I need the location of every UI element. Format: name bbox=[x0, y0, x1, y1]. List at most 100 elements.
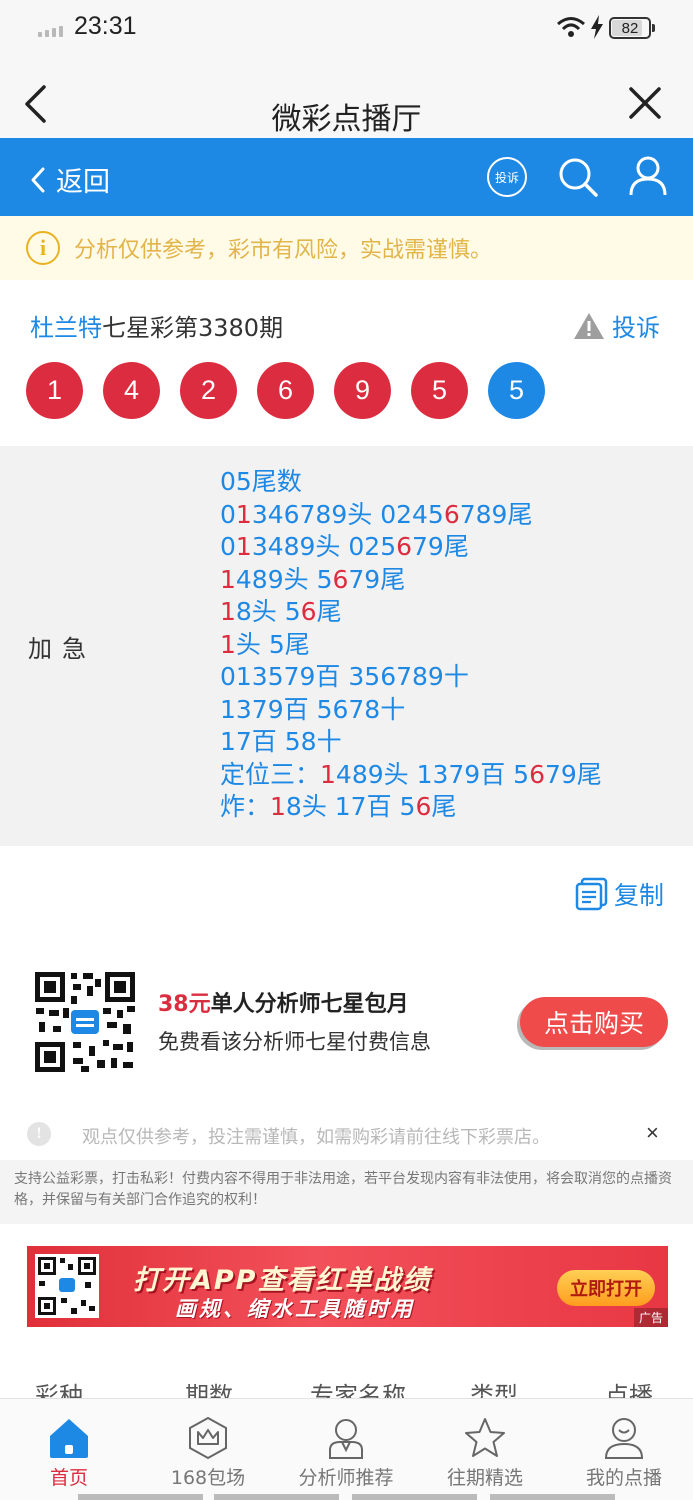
draw-ball: 9 bbox=[334, 362, 391, 419]
prediction-text: 3489头 025 bbox=[251, 532, 397, 561]
star-icon bbox=[462, 1415, 508, 1461]
draw-ball: 4 bbox=[103, 362, 160, 419]
prediction-line: 1头 5尾 bbox=[220, 629, 602, 662]
tab-168-package[interactable]: 168包场 bbox=[139, 1399, 277, 1495]
tab-past-picks[interactable]: 往期精选 bbox=[416, 1399, 554, 1495]
package-name: 单人分析师七星包月 bbox=[210, 992, 409, 1017]
status-time: 23:31 bbox=[74, 12, 137, 40]
status-bar: 23:31 82 bbox=[0, 0, 693, 56]
copy-label: 复制 bbox=[614, 881, 665, 910]
info-icon: i bbox=[26, 231, 60, 265]
highlight-digit: 6 bbox=[529, 759, 545, 789]
prediction-text: 789尾 bbox=[459, 499, 533, 529]
qr-code-icon bbox=[35, 1254, 99, 1318]
risk-warning: i 分析仅供参考，彩市有风险，实战需谨慎。 bbox=[0, 216, 693, 280]
profile-icon bbox=[601, 1415, 647, 1461]
bonus-ball: 5 bbox=[488, 362, 545, 419]
highlight-digit: 1 bbox=[320, 759, 336, 789]
ad-banner[interactable]: 打开APP查看红单战绩 画规、缩水工具随时用 立即打开 广告 bbox=[27, 1246, 668, 1327]
highlight-digit: 1 bbox=[270, 792, 286, 821]
copy-button[interactable]: 复制 bbox=[574, 876, 664, 912]
column-header: 点播 bbox=[605, 1382, 653, 1398]
notice-text: 观点仅供参考，投注需谨慎，如需购彩请前往线下彩票店。 bbox=[82, 1127, 550, 1148]
prediction-line: 1379百 5678十 bbox=[220, 694, 602, 727]
prediction-text: 8头 5 bbox=[235, 597, 301, 626]
prediction-line: 18头 56尾 bbox=[220, 596, 602, 629]
prediction-text: 05尾数 bbox=[220, 467, 302, 496]
tab-analyst-recommend[interactable]: 分析师推荐 bbox=[277, 1399, 415, 1495]
tab-my-orders[interactable]: 我的点播 bbox=[555, 1399, 693, 1495]
signal-icon bbox=[38, 26, 63, 37]
title-bar: 微彩点播厅 bbox=[0, 56, 693, 138]
analyst-icon bbox=[323, 1415, 369, 1461]
prediction-line: 013489头 025679尾 bbox=[220, 531, 602, 564]
prediction-text: 17百 58十 bbox=[220, 727, 342, 756]
complain-icon[interactable]: 投诉 bbox=[487, 157, 527, 197]
draw-numbers: 1 4 2 6 9 5 5 bbox=[26, 362, 545, 419]
column-header: 彩种 bbox=[35, 1382, 83, 1398]
highlight-digit: 6 bbox=[300, 597, 317, 626]
prediction-text: 8头 17百 5 bbox=[285, 792, 416, 821]
notice-close-icon[interactable]: × bbox=[646, 1120, 659, 1146]
prediction-text: 79尾 bbox=[348, 564, 406, 594]
prediction-text: 尾 bbox=[316, 597, 342, 626]
highlight-digit: 6 bbox=[332, 564, 349, 594]
highlight-digit: 6 bbox=[396, 532, 413, 561]
table-header: 彩种 期数 专家名称 类型 点播 bbox=[0, 1372, 693, 1398]
draw-ball: 6 bbox=[257, 362, 314, 419]
prediction-text: 489头 5 bbox=[235, 564, 333, 594]
highlight-digit: 1 bbox=[220, 564, 236, 594]
tab-label: 首页 bbox=[49, 1467, 88, 1489]
lottery-title: 杜兰特七星彩第3380期 bbox=[30, 308, 283, 343]
prediction-text: 489头 1379百 5 bbox=[335, 759, 530, 789]
analyst-name-link[interactable]: 杜兰特 bbox=[30, 314, 102, 342]
warning-text: 分析仅供参考，彩市有风险，实战需谨慎。 bbox=[74, 238, 493, 263]
wifi-icon bbox=[557, 17, 585, 37]
notice-bar: ! 观点仅供参考，投注需谨慎，如需购彩请前往线下彩票店。 × bbox=[0, 1112, 693, 1156]
complain-label: 投诉 bbox=[612, 314, 660, 342]
complain-button[interactable]: 投诉 bbox=[572, 308, 660, 343]
prediction-text: 炸： bbox=[220, 792, 271, 821]
close-icon[interactable] bbox=[628, 86, 662, 120]
home-icon bbox=[46, 1415, 92, 1461]
nav-back-label: 返回 bbox=[56, 167, 110, 198]
info-icon: ! bbox=[27, 1122, 51, 1146]
nav-back-button[interactable]: 返回 bbox=[30, 160, 110, 199]
prediction-lines: 05尾数 01346789头 02456789尾 013489头 025679尾 14… bbox=[220, 466, 602, 824]
qr-code-icon bbox=[33, 970, 137, 1074]
prediction-text: 79尾 bbox=[544, 759, 602, 789]
highlight-digit: 6 bbox=[415, 792, 432, 821]
tab-label: 分析师推荐 bbox=[298, 1467, 394, 1489]
battery-icon: 82 bbox=[609, 17, 655, 39]
user-icon[interactable] bbox=[628, 155, 668, 197]
legal-text: 支持公益彩票，打击私彩！付费内容不得用于非法用途，若平台发现内容有非法使用，将会… bbox=[0, 1160, 693, 1224]
prediction-text: 0 bbox=[220, 499, 236, 529]
ad-open-button[interactable]: 立即打开 bbox=[557, 1270, 655, 1306]
lottery-issue: 七星彩第3380期 bbox=[102, 314, 284, 342]
package-desc: 免费看该分析师七星付费信息 bbox=[158, 1030, 431, 1054]
highlight-digit: 1 bbox=[220, 629, 236, 659]
prediction-line: 17百 58十 bbox=[220, 726, 602, 759]
highlight-digit: 1 bbox=[235, 499, 252, 529]
tab-home[interactable]: 首页 bbox=[0, 1399, 138, 1495]
draw-ball: 2 bbox=[180, 362, 237, 419]
highlight-digit: 1 bbox=[235, 532, 252, 561]
search-icon[interactable] bbox=[557, 156, 599, 198]
prediction-line: 01346789头 02456789尾 bbox=[220, 499, 602, 532]
battery-level: 82 bbox=[621, 19, 639, 37]
column-header: 类型 bbox=[470, 1382, 518, 1398]
prediction-line: 1489头 5679尾 bbox=[220, 564, 602, 597]
prediction-text: 79尾 bbox=[412, 532, 469, 561]
draw-ball: 1 bbox=[26, 362, 83, 419]
copy-icon bbox=[575, 877, 608, 911]
chevron-left-icon bbox=[31, 167, 45, 192]
warning-triangle-icon bbox=[574, 312, 604, 339]
charging-icon bbox=[591, 15, 603, 39]
prediction-text: 定位三： bbox=[220, 759, 321, 789]
prediction-line: 定位三：1489头 1379百 5679尾 bbox=[220, 759, 602, 792]
buy-button[interactable]: 点击购买 bbox=[520, 997, 668, 1047]
prediction-text: 尾 bbox=[431, 792, 457, 821]
prediction-text: 013579百 356789十 bbox=[220, 662, 469, 691]
column-header: 期数 bbox=[185, 1382, 233, 1398]
package-title: 38元单人分析师七星包月 bbox=[158, 986, 409, 1018]
